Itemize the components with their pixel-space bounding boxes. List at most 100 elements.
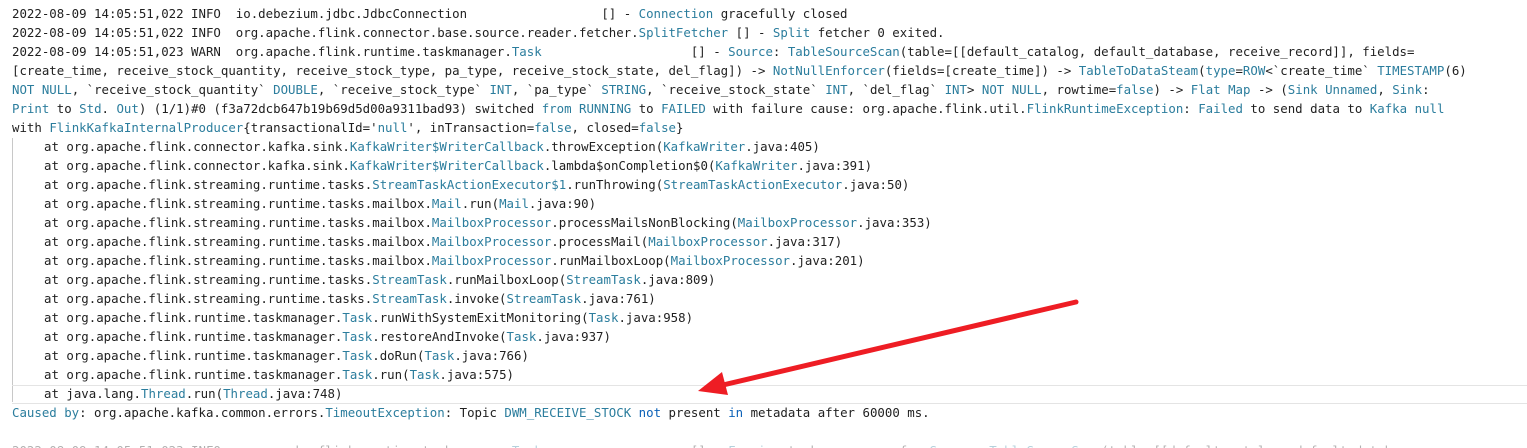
log-token: (table=[[default_catalog, default_databa… — [1101, 443, 1414, 448]
log-token: null — [377, 120, 408, 135]
log-token: [create_time, receive_stock_quantity, re… — [12, 63, 773, 78]
log-token: Source — [930, 443, 975, 448]
log-token: with failure cause: org.apache.flink.uti… — [705, 101, 1027, 116]
log-token — [572, 101, 579, 116]
log-token: Kafka — [1369, 101, 1408, 116]
log-token: Connection — [638, 6, 714, 21]
log-token: Sink — [1392, 82, 1423, 97]
log-token: at org.apache.flink.streaming.runtime.ta… — [44, 177, 373, 192]
log-token: FlinkKafkaInternalProducer — [49, 120, 244, 135]
log-token: StreamTask — [372, 291, 447, 306]
log-line: 2022-08-09 14:05:51,023 WARN org.apache.… — [12, 42, 1522, 61]
log-token: , `receive_stock_quantity` — [71, 82, 274, 97]
log-token: .java:90) — [528, 196, 597, 211]
log-token: 2022-08-09 14:05:51,022 INFO org.apache.… — [12, 25, 639, 40]
log-token: Task — [506, 329, 537, 344]
log-token: <`create_time` — [1265, 63, 1378, 78]
log-token: TIMESTAMP — [1377, 63, 1445, 78]
log-token: ', inTransaction= — [407, 120, 535, 135]
log-token: , `receive_stock_type` — [317, 82, 490, 97]
log-token: to — [631, 101, 662, 116]
log-token — [631, 405, 638, 420]
log-token: FAILED — [661, 101, 706, 116]
log-token: ) (1/1)#0 (f3a72dcb647b19b69d5d00a9311ba… — [138, 101, 542, 116]
log-token: INT — [825, 82, 848, 97]
log-token: .runMailboxLoop( — [446, 272, 567, 287]
log-token: .invoke( — [446, 291, 507, 306]
log-token: to send data to — [1242, 101, 1370, 116]
stacktrace-line: at org.apache.flink.runtime.taskmanager.… — [12, 346, 1522, 365]
log-token: Task — [588, 310, 619, 325]
log-line: 2022-08-09 14:05:51,022 INFO org.apache.… — [12, 23, 1522, 42]
log-token: } — [676, 120, 684, 135]
log-token: false — [638, 120, 676, 135]
log-token: StreamTask — [506, 291, 582, 306]
log-token: DOUBLE — [273, 82, 318, 97]
stacktrace-line: at org.apache.flink.runtime.taskmanager.… — [12, 327, 1522, 346]
log-token: Failed — [1198, 101, 1243, 116]
log-token: fetcher 0 exited. — [810, 25, 945, 40]
log-token: , `receive_stock_state` — [646, 82, 826, 97]
log-token: at org.apache.flink.connector.kafka.sink… — [44, 139, 350, 154]
log-token: : — [974, 443, 989, 448]
log-token: type — [1205, 63, 1236, 78]
stacktrace-line: at java.lang.Thread.run(Thread.java:748) — [12, 384, 1522, 403]
log-token: , rowtime= — [1041, 82, 1117, 97]
log-token: TableSourceScan — [787, 44, 900, 59]
log-token: .processMail( — [551, 234, 649, 249]
stacktrace-line: at org.apache.flink.runtime.taskmanager.… — [12, 365, 1522, 384]
log-token: Caused by — [12, 405, 80, 420]
log-token: KafkaWriter — [663, 139, 746, 154]
log-token: Source — [728, 44, 773, 59]
log-token: MailboxProcessor — [648, 234, 768, 249]
log-token: Task — [342, 329, 373, 344]
log-token: , closed= — [571, 120, 639, 135]
log-line: NOT NULL, `receive_stock_quantity` DOUBL… — [12, 80, 1522, 99]
log-token: = — [1235, 63, 1243, 78]
log-token: StreamTask — [372, 272, 447, 287]
log-token: .java:201) — [790, 253, 865, 268]
log-lines: 2022-08-09 14:05:51,022 INFO io.debezium… — [12, 4, 1522, 448]
log-token: at org.apache.flink.streaming.runtime.ta… — [44, 253, 432, 268]
log-token: with — [12, 120, 50, 135]
log-token: DWM_RECEIVE_STOCK — [504, 405, 632, 420]
log-token: .processMailsNonBlocking( — [551, 215, 738, 230]
log-token: gracefully closed — [713, 6, 848, 21]
log-token: Thread — [223, 386, 268, 401]
log-token: metadata after 60000 ms. — [743, 405, 930, 420]
log-token: false — [1116, 82, 1154, 97]
log-token: : — [1183, 101, 1199, 116]
log-token: > — [966, 82, 982, 97]
log-token: at org.apache.flink.streaming.runtime.ta… — [44, 215, 432, 230]
stacktrace-line: at org.apache.flink.streaming.runtime.ta… — [12, 194, 1522, 213]
log-token: MailboxProcessor — [670, 253, 790, 268]
stacktrace-line: at org.apache.flink.runtime.taskmanager.… — [12, 308, 1522, 327]
log-token: Mail — [499, 196, 529, 211]
log-line: with FlinkKafkaInternalProducer{transact… — [12, 118, 1522, 137]
stacktrace-line: at org.apache.flink.connector.kafka.sink… — [12, 137, 1522, 156]
log-token: .lambda$onCompletion$0( — [543, 158, 716, 173]
log-token: INT — [489, 82, 512, 97]
log-token: NotNullEnforcer — [772, 63, 885, 78]
log-token: 2022-08-09 14:05:51,023 WARN org.apache.… — [12, 44, 512, 59]
log-line: Print to Std. Out) (1/1)#0 (f3a72dcb647b… — [12, 99, 1522, 118]
log-token: (6) — [1444, 63, 1467, 78]
log-console[interactable]: 2022-08-09 14:05:51,022 INFO io.debezium… — [0, 0, 1527, 448]
log-line: 2022-08-09 14:05:51,023 INFO org.apache.… — [12, 441, 1522, 448]
log-token: ) -> — [1153, 82, 1191, 97]
log-token: ( — [1198, 63, 1206, 78]
log-token: .run( — [185, 386, 224, 401]
log-token: present — [661, 405, 729, 420]
log-token: RUNNING — [579, 101, 632, 116]
log-token: .runMailboxLoop( — [551, 253, 671, 268]
log-token: Task — [424, 348, 455, 363]
log-token: TableToDataSteam — [1078, 63, 1199, 78]
stacktrace-line: at org.apache.flink.streaming.runtime.ta… — [12, 175, 1522, 194]
log-token: TableSourceScan — [989, 443, 1101, 448]
log-token: NOT NULL — [12, 82, 72, 97]
log-token: [] - — [541, 44, 729, 59]
log-token: Task — [342, 310, 373, 325]
log-token: : — [772, 44, 788, 59]
log-token: .runThrowing( — [566, 177, 664, 192]
